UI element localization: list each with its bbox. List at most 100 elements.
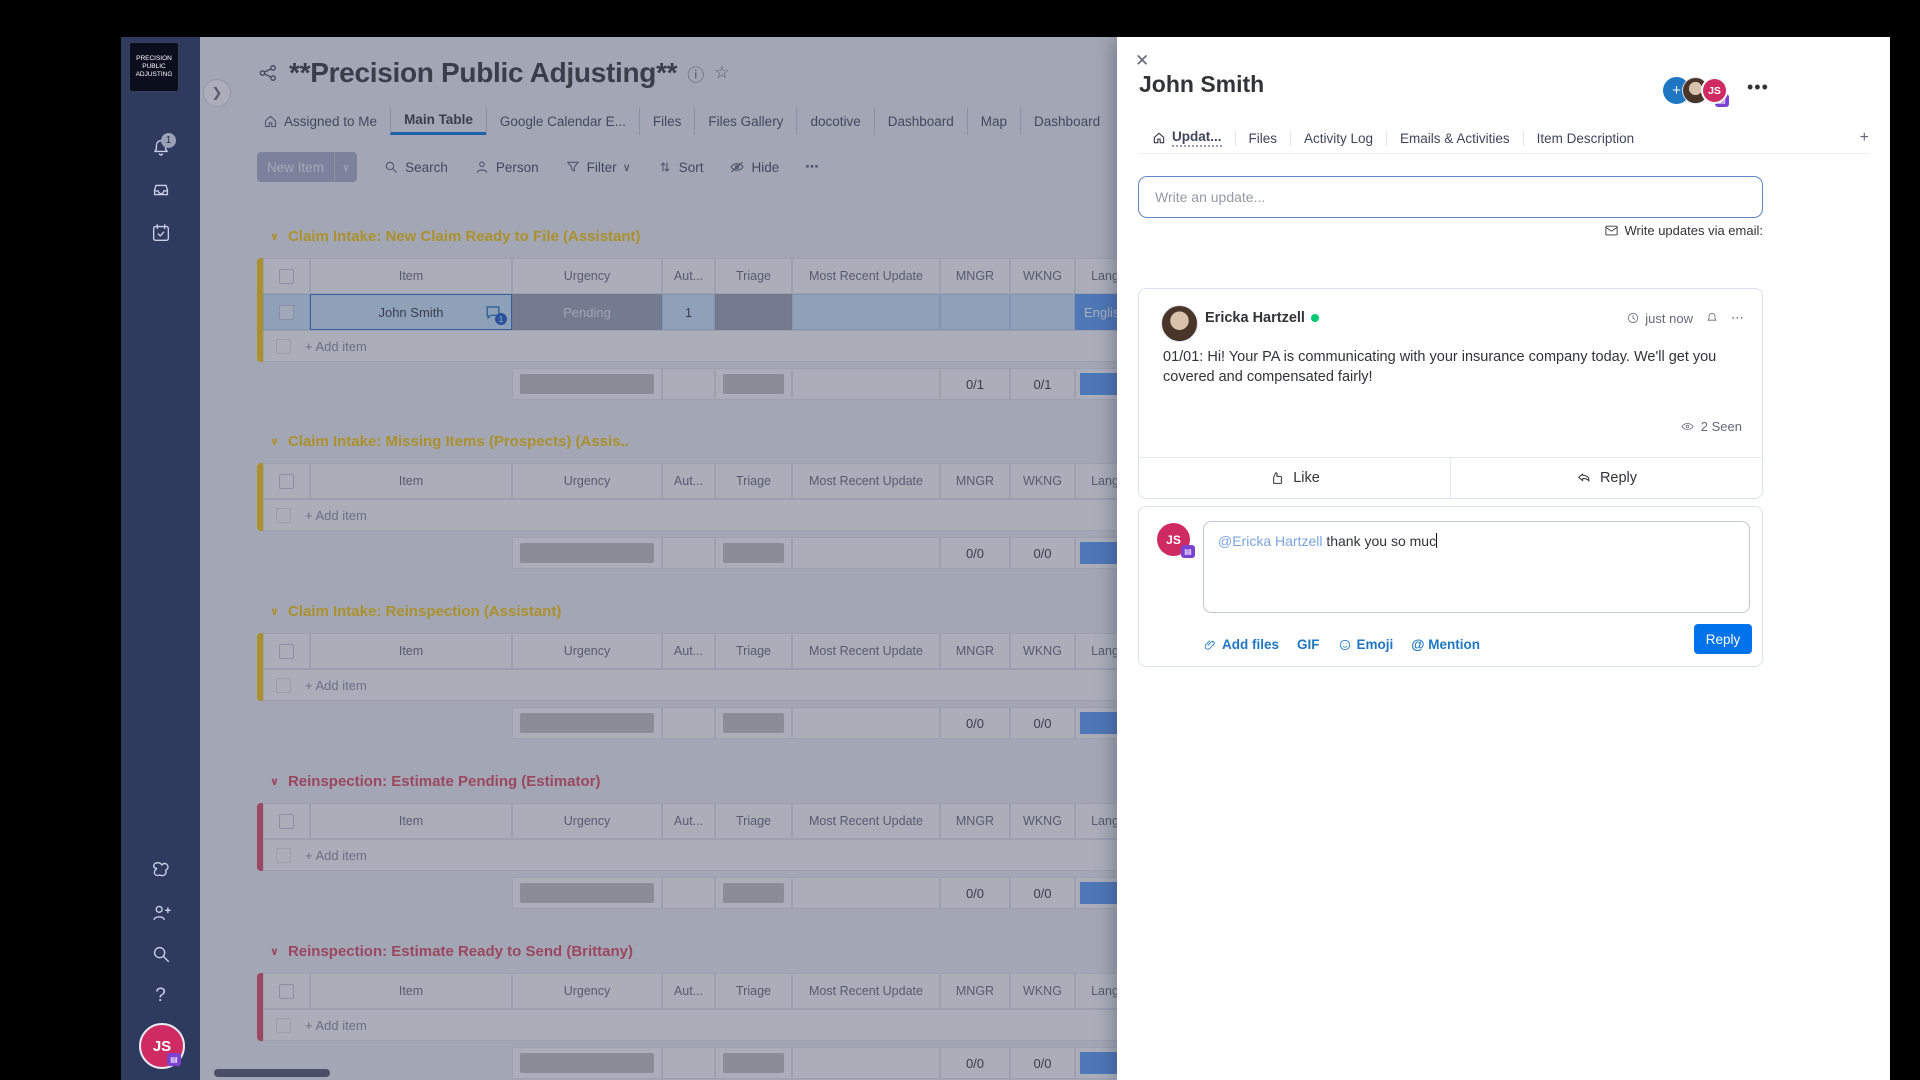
reply-text-input[interactable]: @Ericka Hartzell thank you so muc xyxy=(1203,521,1750,613)
column-header-aut[interactable]: Aut... xyxy=(662,803,715,839)
apps-marketplace-icon[interactable] xyxy=(121,859,200,881)
column-header-lang[interactable]: Lang xyxy=(1075,803,1117,839)
add-item-row[interactable]: + Add item xyxy=(263,499,1117,531)
column-header-mru[interactable]: Most Recent Update xyxy=(792,803,940,839)
add-item-row[interactable]: + Add item xyxy=(263,1009,1117,1041)
author-name[interactable]: Ericka Hartzell xyxy=(1205,310,1319,326)
column-header-item[interactable]: Item xyxy=(310,973,512,1009)
author-avatar[interactable] xyxy=(1161,305,1198,342)
column-header-aut[interactable]: Aut... xyxy=(662,463,715,499)
cell-mngr[interactable] xyxy=(940,294,1010,330)
column-header-lang[interactable]: Lang xyxy=(1075,973,1117,1009)
column-header-mngr[interactable]: MNGR xyxy=(940,258,1010,294)
column-header-lang[interactable]: Lang xyxy=(1075,633,1117,669)
column-header-triage[interactable]: Triage xyxy=(715,803,792,839)
select-all-checkbox[interactable] xyxy=(279,983,294,999)
mention-chip[interactable]: @Ericka Hartzell xyxy=(1218,533,1322,549)
group-title[interactable]: ∨ Reinspection: Estimate Ready to Send (B… xyxy=(270,943,633,960)
column-header-wkng[interactable]: WKNG xyxy=(1010,633,1075,669)
column-header-aut[interactable]: Aut... xyxy=(662,633,715,669)
column-header-checkbox[interactable] xyxy=(263,803,310,839)
chat-bubble-icon[interactable]: 1 xyxy=(483,302,507,325)
bell-icon[interactable] xyxy=(1705,311,1719,325)
column-header-aut[interactable]: Aut... xyxy=(662,258,715,294)
column-header-triage[interactable]: Triage xyxy=(715,633,792,669)
column-header-triage[interactable]: Triage xyxy=(715,973,792,1009)
group-collapse-chevron-icon[interactable]: ∨ xyxy=(270,435,279,448)
group-title[interactable]: ∨ Claim Intake: Missing Items (Prospects)… xyxy=(270,433,629,450)
tab-emails-activities[interactable]: Emails & Activities xyxy=(1386,130,1523,146)
inbox-tray-icon[interactable] xyxy=(121,179,200,201)
column-header-checkbox[interactable] xyxy=(263,633,310,669)
column-header-urgency[interactable]: Urgency xyxy=(512,463,662,499)
select-all-checkbox[interactable] xyxy=(279,643,294,659)
add-item-label[interactable]: + Add item xyxy=(305,508,367,523)
group-collapse-chevron-icon[interactable]: ∨ xyxy=(270,775,279,788)
group-collapse-chevron-icon[interactable]: ∨ xyxy=(270,605,279,618)
help-icon[interactable]: ? xyxy=(121,985,200,1007)
row-checkbox[interactable] xyxy=(279,304,294,320)
add-item-row[interactable]: + Add item xyxy=(263,669,1117,701)
subscriber-avatar-js[interactable]: JS xyxy=(1701,77,1728,104)
cell-urgency[interactable]: Pending xyxy=(512,294,662,330)
add-tab-button[interactable]: + xyxy=(1860,129,1869,147)
column-header-item[interactable]: Item xyxy=(310,258,512,294)
add-item-row[interactable]: + Add item xyxy=(263,839,1117,871)
column-header-lang[interactable]: Lang xyxy=(1075,463,1117,499)
gif-button[interactable]: GIF xyxy=(1297,637,1320,652)
panel-more-icon[interactable]: ••• xyxy=(1747,77,1769,98)
column-header-wkng[interactable]: WKNG xyxy=(1010,803,1075,839)
column-header-item[interactable]: Item xyxy=(310,803,512,839)
reply-action-button[interactable]: Reply xyxy=(1450,458,1762,498)
select-all-checkbox[interactable] xyxy=(279,268,294,284)
column-header-mngr[interactable]: MNGR xyxy=(940,973,1010,1009)
sidebar-expand-button[interactable]: ❯ xyxy=(203,79,231,107)
tab-activity-log[interactable]: Activity Log xyxy=(1290,130,1386,146)
column-header-wkng[interactable]: WKNG xyxy=(1010,258,1075,294)
cell-triage[interactable] xyxy=(715,294,792,330)
item-subscribers[interactable]: + JS ▤ xyxy=(1663,77,1729,107)
write-update-input[interactable]: Write an update... xyxy=(1138,176,1763,218)
column-header-urgency[interactable]: Urgency xyxy=(512,973,662,1009)
cell-wkng[interactable] xyxy=(1010,294,1075,330)
column-header-checkbox[interactable] xyxy=(263,973,310,1009)
search-rail-icon[interactable] xyxy=(121,943,200,965)
column-header-mngr[interactable]: MNGR xyxy=(940,463,1010,499)
column-header-mngr[interactable]: MNGR xyxy=(940,633,1010,669)
column-header-mru[interactable]: Most Recent Update xyxy=(792,973,940,1009)
column-header-urgency[interactable]: Urgency xyxy=(512,258,662,294)
add-item-label[interactable]: + Add item xyxy=(305,339,367,354)
column-header-wkng[interactable]: WKNG xyxy=(1010,973,1075,1009)
group-title[interactable]: ∨ Reinspection: Estimate Pending (Estimat… xyxy=(270,773,600,790)
column-header-urgency[interactable]: Urgency xyxy=(512,633,662,669)
cell-mru[interactable] xyxy=(792,294,940,330)
add-item-row[interactable]: + Add item xyxy=(263,330,1117,362)
cell-checkbox[interactable] xyxy=(263,294,310,330)
group-collapse-chevron-icon[interactable]: ∨ xyxy=(270,230,279,243)
group-collapse-chevron-icon[interactable]: ∨ xyxy=(270,945,279,958)
cell-aut[interactable]: 1 xyxy=(662,294,715,330)
column-header-mru[interactable]: Most Recent Update xyxy=(792,258,940,294)
tab-item-description[interactable]: Item Description xyxy=(1522,130,1648,146)
column-header-mngr[interactable]: MNGR xyxy=(940,803,1010,839)
horizontal-scrollbar[interactable] xyxy=(214,1069,330,1077)
select-all-checkbox[interactable] xyxy=(279,473,294,489)
invite-members-icon[interactable] xyxy=(121,902,200,924)
select-all-checkbox[interactable] xyxy=(279,813,294,829)
column-header-item[interactable]: Item xyxy=(310,463,512,499)
column-header-urgency[interactable]: Urgency xyxy=(512,803,662,839)
reply-submit-button[interactable]: Reply xyxy=(1694,624,1752,654)
add-item-label[interactable]: + Add item xyxy=(305,678,367,693)
post-more-icon[interactable]: ⋯ xyxy=(1731,310,1744,326)
mention-button[interactable]: @ Mention xyxy=(1411,637,1480,652)
group-title[interactable]: ∨ Claim Intake: New Claim Ready to File (… xyxy=(270,228,641,245)
updates-via-email[interactable]: Write updates via email: xyxy=(1138,223,1763,238)
column-header-wkng[interactable]: WKNG xyxy=(1010,463,1075,499)
seen-count[interactable]: 2 Seen xyxy=(1680,419,1742,434)
column-header-lang[interactable]: Lang xyxy=(1075,258,1117,294)
column-header-aut[interactable]: Aut... xyxy=(662,973,715,1009)
tab-item-files[interactable]: Files xyxy=(1234,130,1291,146)
column-header-mru[interactable]: Most Recent Update xyxy=(792,633,940,669)
add-item-label[interactable]: + Add item xyxy=(305,848,367,863)
column-header-checkbox[interactable] xyxy=(263,463,310,499)
